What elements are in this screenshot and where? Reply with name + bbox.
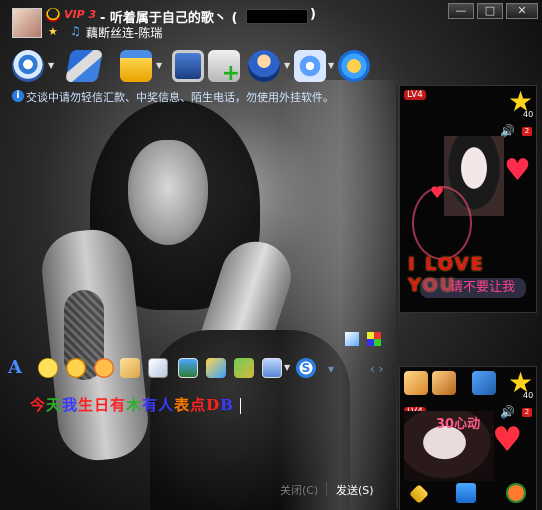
text-caret (239, 398, 241, 414)
ok-icon[interactable] (472, 371, 496, 395)
message-char: 表 (174, 396, 191, 414)
font-icon[interactable]: A (8, 358, 28, 378)
qq-status-icon[interactable] (46, 8, 60, 22)
info-icon: i (12, 90, 24, 102)
message-char: 我 (62, 396, 79, 414)
backdrop-face (128, 140, 208, 245)
chevron-down-icon[interactable]: ▼ (48, 62, 56, 70)
message-input[interactable]: 今天我生日有木有人表点DB (30, 394, 241, 415)
gift-icon[interactable] (506, 483, 526, 503)
voice-call-icon[interactable] (65, 50, 103, 82)
thumbs-up-icon[interactable] (404, 371, 428, 395)
image-icon[interactable] (178, 358, 198, 378)
format-toolbar: A ▼ S ▾ ‹ › (8, 358, 388, 382)
send-file-icon[interactable] (120, 50, 152, 82)
clothes-icon[interactable] (456, 483, 476, 503)
message-char: 木 (126, 396, 143, 414)
chevron-down-icon[interactable]: ▼ (328, 62, 336, 70)
send-button[interactable]: 发送(S) (336, 482, 374, 498)
expand-icon[interactable] (345, 332, 359, 346)
nav-arrows-icon[interactable]: ‹ › (370, 362, 383, 376)
edit-icon[interactable] (148, 358, 168, 378)
picture-icon[interactable] (234, 358, 254, 378)
speaker-icon[interactable]: 🔊 (500, 405, 515, 419)
chat-window: VIP 3 - 听着属于自己的歌丶 ( ) ★ ♫ 藕断丝连-陈瑞 — □ ✕ … (0, 0, 542, 510)
music-note-icon[interactable]: ♫ (70, 25, 81, 37)
heart-icon: ♥ (430, 183, 445, 202)
magic-face-icon[interactable] (66, 358, 86, 378)
star-icon: ★ (48, 25, 58, 38)
contact-avatar[interactable] (12, 8, 42, 38)
diamond-icon[interactable] (409, 484, 429, 504)
maximize-button[interactable]: □ (477, 3, 503, 19)
message-char: 有 (142, 396, 159, 414)
shake-icon[interactable] (94, 358, 114, 378)
security-notice: 交谈中请勿轻信汇款、中奖信息、陌生电话，勿使用外挂软件。 (26, 91, 334, 104)
message-char: 有 (110, 396, 127, 414)
button-divider (326, 482, 327, 496)
message-char: B (220, 396, 234, 414)
redacted-account (246, 9, 308, 24)
show-message: 请不要让我 (420, 278, 526, 298)
chevron-down-icon[interactable]: ▼ (284, 364, 292, 372)
message-char: 生 (78, 396, 95, 414)
heart-icon: ♥ (504, 153, 531, 188)
chevron-down-icon[interactable]: ▼ (156, 62, 164, 70)
message-char: 日 (94, 396, 111, 414)
my-show-panel[interactable]: ★ LV4 40 🔊 2 30心动 ♥ (399, 366, 537, 510)
soso-icon[interactable]: S (296, 358, 316, 378)
contact-signature: 藕断丝连-陈瑞 (86, 26, 163, 40)
speaker-badge: 2 (522, 127, 532, 136)
app-settings-icon[interactable] (294, 50, 326, 82)
remote-desktop-icon[interactable] (172, 50, 204, 82)
video-call-icon[interactable] (12, 50, 44, 82)
vip-badge[interactable]: VIP 3 (64, 8, 96, 21)
share-icon[interactable] (338, 50, 370, 82)
chat-toolbar: ▼ ▼ ▼ ▼ (12, 50, 372, 86)
backdrop-light (280, 80, 400, 510)
thumbs-down-icon[interactable] (432, 371, 456, 395)
level-badge: LV4 (404, 90, 426, 100)
speaker-badge: 2 (522, 408, 532, 417)
message-char: 人 (158, 396, 175, 414)
show-bottom-bar (404, 481, 532, 507)
panel-divider (396, 85, 398, 509)
close-chat-button[interactable]: 关闭(C) (280, 482, 318, 498)
star-count: 40 (523, 110, 534, 119)
color-picker-icon[interactable] (367, 332, 381, 346)
minimize-button[interactable]: — (448, 3, 474, 19)
star-count: 40 (523, 391, 534, 400)
chevron-down-icon[interactable]: ▼ (284, 62, 292, 70)
title-close-paren: ) (310, 7, 316, 22)
chat-backdrop-photo (0, 80, 400, 510)
show-overlay-text: 30心动 (436, 417, 481, 432)
contact-show-panel[interactable]: LV4 ★ 40 🔊 2 ♥ ♥ I LOVE YOU 请不要让我 (399, 85, 537, 313)
message-char: D (206, 396, 221, 414)
screenshot-icon[interactable] (262, 358, 282, 378)
more-icon[interactable]: ▾ (328, 362, 334, 376)
create-group-icon[interactable] (248, 50, 280, 82)
send-image-icon[interactable] (206, 358, 226, 378)
show-actions: ★ (400, 367, 536, 401)
message-char: 天 (46, 396, 63, 414)
message-char: 今 (30, 396, 47, 414)
handwriting-icon[interactable] (120, 358, 140, 378)
heart-icon: ♥ (492, 420, 523, 460)
emoji-icon[interactable] (38, 358, 58, 378)
add-app-icon[interactable] (208, 50, 240, 86)
close-window-button[interactable]: ✕ (506, 3, 538, 19)
message-char: 点 (190, 396, 207, 414)
